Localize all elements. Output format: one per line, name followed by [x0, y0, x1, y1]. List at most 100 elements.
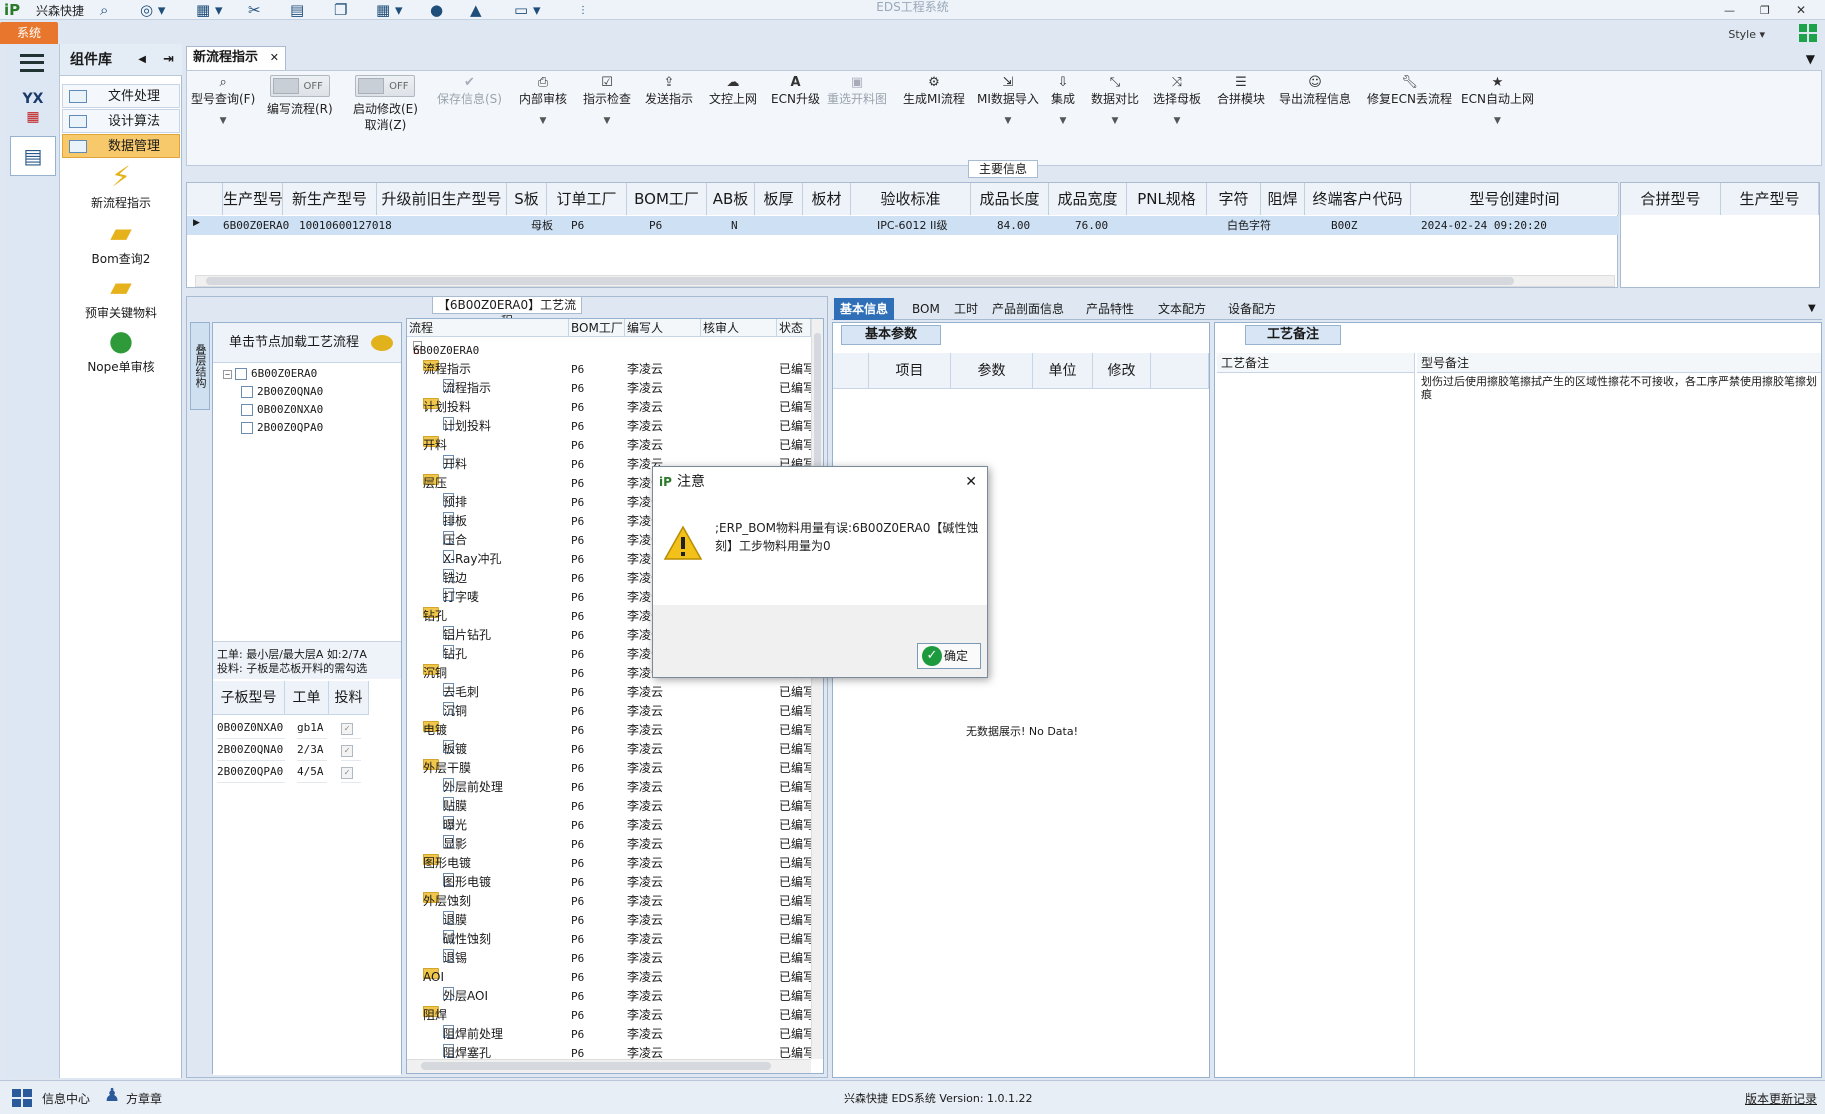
write-flow-toggle[interactable]: OFF 编写流程(R)	[267, 75, 333, 117]
update-log-link[interactable]: 版本更新记录	[1745, 1090, 1817, 1107]
integrate-button[interactable]: ⇩ 集成 ▼	[1051, 75, 1075, 129]
column-header[interactable]: 新生产型号	[283, 183, 377, 215]
column-header[interactable]: S板	[507, 183, 547, 215]
column-header[interactable]: 升级前旧生产型号	[377, 183, 507, 215]
tree-folder-row[interactable]: −外层蚀刻P6李凌云已编写	[407, 892, 811, 911]
table-cell[interactable]: P6	[571, 216, 584, 235]
tree-step-row[interactable]: 板镀 P6 李凌云 已编写	[407, 740, 811, 759]
column-header[interactable]: PNL规格	[1127, 183, 1207, 215]
tree-step-row[interactable]: 计划投料 P6 李凌云 已编写	[407, 417, 811, 436]
tree-step-row[interactable]: 图形电镀 P6 李凌云 已编写	[407, 873, 811, 892]
tree-step-row[interactable]: 曝光 P6 李凌云 已编写	[407, 816, 811, 835]
system-tab[interactable]: 系统	[0, 22, 58, 44]
feed-checkbox[interactable]: ✓	[341, 723, 353, 735]
monitor-icon[interactable]: ▭ ▾	[514, 0, 540, 20]
table-cell[interactable]: 76.00	[1075, 216, 1108, 235]
tab-product-profile[interactable]: 产品剖面信息	[986, 298, 1070, 320]
column-header[interactable]: 合拼型号	[1621, 183, 1721, 215]
column-header[interactable]: 生产型号	[223, 183, 283, 215]
column-header[interactable]: 终端客户代码	[1305, 183, 1411, 215]
tree-step-row[interactable]: 退膜 P6 李凌云 已编写	[407, 911, 811, 930]
start-edit-toggle[interactable]: OFF 启动修改(E) 取消(Z)	[353, 75, 418, 133]
export-flow-info-button[interactable]: ☺ 导出流程信息	[1279, 75, 1351, 107]
restore-icon[interactable]: ❐	[1760, 0, 1770, 20]
data-compare-button[interactable]: ⤡ 数据对比 ▼	[1091, 75, 1139, 129]
comment-bubble-icon[interactable]	[371, 335, 393, 351]
tree-step-row[interactable]: 外层前处理 P6 李凌云 已编写	[407, 778, 811, 797]
tree-root-node[interactable]: − ⌂ 6B00Z0ERA0	[407, 341, 807, 360]
ecn-auto-online-button[interactable]: ★ ECN自动上网 ▼	[1461, 75, 1534, 129]
lifebuoy-icon[interactable]: ◎ ▾	[140, 0, 165, 20]
table-cell[interactable]: P6	[649, 216, 662, 235]
copy-icon[interactable]: ❐	[334, 0, 347, 20]
model-query-button[interactable]: ⌕ 型号查询(F) ▼	[191, 75, 255, 129]
tree-folder-row[interactable]: −外层干膜P6李凌云已编写	[407, 759, 811, 778]
select-mother-board-button[interactable]: ⤨ 选择母板 ▼	[1153, 75, 1201, 129]
column-header[interactable]: 投料	[329, 681, 369, 715]
tree-folder-row[interactable]: −开料P6李凌云已编写	[407, 436, 811, 455]
sidebar-item-data-management[interactable]: 数据管理	[62, 134, 180, 158]
column-header[interactable]: 项目	[869, 353, 951, 389]
column-header[interactable]: BOM工厂	[569, 319, 625, 337]
chevron-down-icon[interactable]: ▼	[1806, 52, 1815, 66]
table-cell[interactable]: 母板	[531, 216, 553, 235]
table-cell[interactable]: 2B00Z0QPA0	[217, 761, 285, 783]
grid-icon[interactable]: ▦ ▾	[376, 0, 402, 20]
chevron-down-icon[interactable]: ▼	[1802, 298, 1822, 320]
generate-mi-flow-button[interactable]: ⚙ 生成MI流程	[903, 75, 965, 107]
close-icon[interactable]: ✕	[1796, 0, 1806, 20]
tree-node[interactable]: 2B00Z0QPA0	[241, 419, 323, 437]
toggle-switch[interactable]: OFF	[355, 75, 416, 97]
ecn-upgrade-button[interactable]: A ECN升级	[771, 75, 820, 107]
tree-step-row[interactable]: 沉铜 P6 李凌云 已编写	[407, 702, 811, 721]
user-icon[interactable]: ●	[430, 0, 443, 20]
table-cell[interactable]: 4/5A	[297, 761, 327, 783]
column-header[interactable]: BOM工厂	[627, 183, 707, 215]
table-cell[interactable]: gb1A	[297, 717, 327, 739]
tree-node[interactable]: −6B00Z0ERA0	[223, 365, 317, 383]
column-header[interactable]: 字符	[1207, 183, 1261, 215]
tab-new-flow[interactable]: 新流程指示 ✕	[186, 46, 286, 70]
tiles-icon[interactable]	[12, 1089, 32, 1107]
merge-module-button[interactable]: ☰ 合拼模块	[1217, 75, 1265, 107]
feed-checkbox[interactable]: ✓	[341, 767, 353, 779]
horizontal-scrollbar[interactable]	[407, 1059, 811, 1073]
minimize-icon[interactable]: —	[1724, 0, 1735, 20]
tree-folder-row[interactable]: −计划投料P6李凌云已编写	[407, 398, 811, 417]
model-memo-text[interactable]: 划伤过后使用擦胶笔擦拭产生的区域性擦花不可接收，各工序严禁使用擦胶笔擦划痕	[1417, 373, 1821, 403]
close-icon[interactable]: ✕	[965, 467, 977, 497]
table-cell[interactable]: 白色字符	[1227, 216, 1271, 235]
column-header[interactable]: 阻焊	[1261, 183, 1305, 215]
tree-folder-row[interactable]: −电镀P6李凌云已编写	[407, 721, 811, 740]
stackup-vertical-tab[interactable]: 叠层结构	[190, 322, 210, 410]
tool-bom-query[interactable]: ▰ Bom查询2	[60, 216, 182, 267]
film-icon[interactable]: ▤	[290, 0, 304, 20]
instruction-check-button[interactable]: ☑ 指示检查 ▼	[583, 75, 631, 129]
doc-control-online-button[interactable]: ☁ 文控上网	[709, 75, 757, 107]
image-icon[interactable]: ▲	[470, 0, 482, 20]
tab-equipment-recipe[interactable]: 设备配方	[1222, 298, 1282, 320]
tree-step-row[interactable]: 退锡 P6 李凌云 已编写	[407, 949, 811, 968]
customize-icon[interactable]: ⋮	[578, 0, 588, 20]
column-header[interactable]: 编写人	[625, 319, 701, 337]
tree-folder-row[interactable]: −流程指示P6李凌云已编写	[407, 360, 811, 379]
send-instruction-button[interactable]: ⇪ 发送指示	[645, 75, 693, 107]
tree-step-row[interactable]: 流程指示 P6 李凌云 已编写	[407, 379, 811, 398]
sidebar-item-design-algorithm[interactable]: 设计算法	[62, 109, 180, 133]
tab-work-hours[interactable]: 工时	[948, 298, 984, 320]
collapse-arrow-icon[interactable]: ◀	[138, 44, 146, 76]
style-menu[interactable]: Style ▾	[1728, 28, 1765, 41]
close-tab-icon[interactable]: ✕	[270, 47, 279, 69]
fix-ecn-flow-button[interactable]: 🔧︎ 修复ECN丢流程	[1367, 75, 1452, 107]
feed-checkbox[interactable]: ✓	[341, 745, 353, 757]
table-icon[interactable]: ▦ ▾	[196, 0, 222, 20]
table-cell[interactable]: 0B00Z0NXA0	[217, 717, 285, 739]
tree-step-row[interactable]: 碱性蚀刻 P6 李凌云 已编写	[407, 930, 811, 949]
column-header[interactable]: 修改	[1093, 353, 1151, 389]
table-cell[interactable]: 10010600127018	[299, 216, 392, 235]
table-cell[interactable]: 2B00Z0QNA0	[217, 739, 285, 761]
column-header[interactable]: 成品长度	[971, 183, 1049, 215]
internal-review-button[interactable]: ⎙ 内部审核 ▼	[519, 75, 567, 129]
vertical-scrollbar[interactable]	[811, 319, 823, 1059]
tab-bom[interactable]: BOM	[906, 298, 946, 320]
